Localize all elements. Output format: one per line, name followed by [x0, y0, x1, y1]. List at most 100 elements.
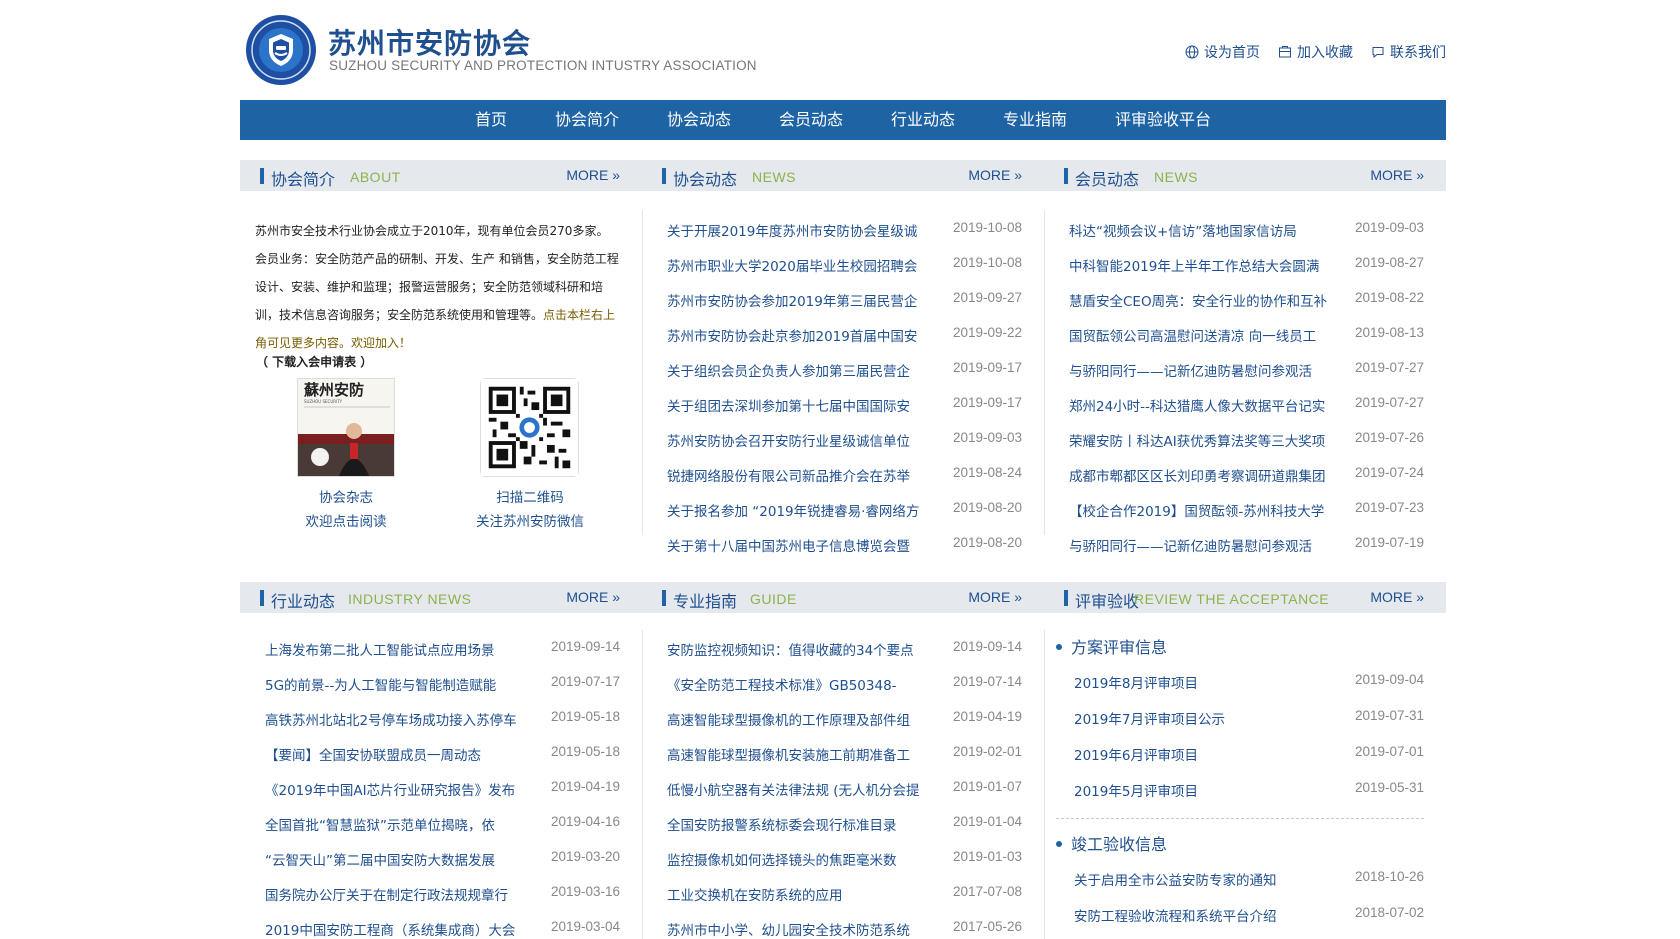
- news-title[interactable]: 锐捷网络股份有限公司新品推介会在苏举: [667, 465, 910, 485]
- news-item[interactable]: 苏州市安防协会赴京参加2019首届中国安 2019-09-22: [667, 325, 1022, 360]
- guide-item[interactable]: 高速智能球型摄像机的工作原理及部件组 2019-04-19: [667, 709, 1022, 744]
- news-item[interactable]: 成都市郫都区区长刘印勇考察调研道鼎集团 2019-07-24: [1069, 465, 1424, 500]
- guide-item[interactable]: 苏州市中小学、幼儿园安全技术防范系统 2017-05-26: [667, 919, 1022, 939]
- member-news-more-link[interactable]: MORE »: [1370, 167, 1424, 183]
- news-item[interactable]: 国务院办公厅关于在制定行政法规规章行 2019-03-16: [265, 884, 620, 919]
- news-item[interactable]: 荣耀安防丨科达AI获优秀算法奖等三大奖项 2019-07-26: [1069, 430, 1424, 465]
- guide-title-link[interactable]: 高速智能球型摄像机的工作原理及部件组: [667, 709, 910, 729]
- guide-title-link[interactable]: 《安全防范工程技术标准》GB50348-: [667, 674, 897, 694]
- news-item[interactable]: 【校企合作2019】国贸酝领-苏州科技大学 2019-07-23: [1069, 500, 1424, 535]
- news-item[interactable]: 苏州市职业大学2020届毕业生校园招聘会 2019-10-08: [667, 255, 1022, 290]
- guide-item[interactable]: 《安全防范工程技术标准》GB50348- 2019-07-14: [667, 674, 1022, 709]
- news-title[interactable]: 苏州市安防协会赴京参加2019首届中国安: [667, 325, 917, 345]
- acceptance-item-title[interactable]: 关于启用全市公益安防专家的通知: [1074, 869, 1277, 889]
- news-item[interactable]: 与骄阳同行——记新亿迪防暑慰问参观活 2019-07-27: [1069, 360, 1424, 395]
- news-title[interactable]: 与骄阳同行——记新亿迪防暑慰问参观活: [1069, 360, 1312, 380]
- news-title[interactable]: 关于组团去深圳参加第十七届中国国际安: [667, 395, 910, 415]
- news-item[interactable]: 中科智能2019年上半年工作总结大会圆满 2019-08-27: [1069, 255, 1424, 290]
- add-favorite-link[interactable]: 加入收藏: [1278, 42, 1353, 62]
- news-title[interactable]: 关于组织会员企负责人参加第三届民营企: [667, 360, 910, 380]
- guide-item[interactable]: 高速智能球型摄像机安装施工前期准备工 2019-02-01: [667, 744, 1022, 779]
- news-item[interactable]: 郑州24小时--科达猎鹰人像大数据平台记实 2019-07-27: [1069, 395, 1424, 430]
- news-title[interactable]: 苏州市安防协会参加2019年第三届民营企: [667, 290, 917, 310]
- news-item[interactable]: 5G的前景--为人工智能与智能制造赋能 2019-07-17: [265, 674, 620, 709]
- guide-more-link[interactable]: MORE »: [968, 589, 1022, 605]
- guide-item[interactable]: 监控摄像机如何选择镜头的焦距毫米数 2019-01-03: [667, 849, 1022, 884]
- news-item[interactable]: 全国首批“智慧监狱”示范单位揭晓，依 2019-04-16: [265, 814, 620, 849]
- acceptance-item[interactable]: 关于启用全市公益安防专家的通知 2018-10-26: [1074, 869, 1424, 904]
- news-title[interactable]: “云智天山”第二届中国安防大数据发展: [265, 849, 495, 869]
- news-item[interactable]: 苏州安防协会召开安防行业星级诚信单位 2019-09-03: [667, 430, 1022, 465]
- acceptance-heading[interactable]: 竣工验收信息: [1056, 831, 1167, 855]
- news-title[interactable]: 中科智能2019年上半年工作总结大会圆满: [1069, 255, 1319, 275]
- review-item[interactable]: 2019年8月评审项目 2019-09-04: [1074, 672, 1424, 707]
- news-title[interactable]: 高铁苏州北站北2号停车场成功接入苏停车: [265, 709, 517, 729]
- news-item[interactable]: 关于组织会员企负责人参加第三届民营企 2019-09-17: [667, 360, 1022, 395]
- news-item[interactable]: 慧盾安全CEO周亮：安全行业的协作和互补 2019-08-22: [1069, 290, 1424, 325]
- news-item[interactable]: 关于组团去深圳参加第十七届中国国际安 2019-09-17: [667, 395, 1022, 430]
- about-more-link[interactable]: MORE »: [566, 167, 620, 183]
- news-title[interactable]: 全国首批“智慧监狱”示范单位揭晓，依: [265, 814, 495, 834]
- news-title[interactable]: 上海发布第二批人工智能试点应用场景: [265, 639, 495, 659]
- assoc-news-more-link[interactable]: MORE »: [968, 167, 1022, 183]
- news-item[interactable]: 关于报名参加 “2019年锐捷睿易·睿网络方 2019-08-20: [667, 500, 1022, 535]
- news-title[interactable]: 【要闻】全国安协联盟成员一周动态: [265, 744, 481, 764]
- nav-industry-news[interactable]: 行业动态: [867, 100, 979, 140]
- guide-title-link[interactable]: 高速智能球型摄像机安装施工前期准备工: [667, 744, 910, 764]
- guide-title-link[interactable]: 低慢小航空器有关法律法规 (无人机分会提: [667, 779, 920, 799]
- guide-title-link[interactable]: 安防监控视频知识：值得收藏的34个要点: [667, 639, 914, 659]
- news-item[interactable]: 2019中国安防工程商（系统集成商）大会 2019-03-04: [265, 919, 620, 939]
- nav-assoc-news[interactable]: 协会动态: [643, 100, 755, 140]
- news-title[interactable]: 国贸酝领公司高温慰问送清凉 向一线员工: [1069, 325, 1316, 345]
- news-title[interactable]: 【校企合作2019】国贸酝领-苏州科技大学: [1069, 500, 1324, 520]
- news-title[interactable]: 苏州安防协会召开安防行业星级诚信单位: [667, 430, 910, 450]
- review-item[interactable]: 2019年5月评审项目 2019-05-31: [1074, 780, 1424, 815]
- download-application-link[interactable]: （ 下载入会申请表 ）: [256, 353, 372, 370]
- review-item-title[interactable]: 2019年7月评审项目公示: [1074, 708, 1225, 728]
- news-title[interactable]: 科达“视频会议+信访”落地国家信访局: [1069, 220, 1297, 240]
- news-title[interactable]: 2019中国安防工程商（系统集成商）大会: [265, 919, 515, 939]
- news-title[interactable]: 荣耀安防丨科达AI获优秀算法奖等三大奖项: [1069, 430, 1325, 450]
- guide-item[interactable]: 安防监控视频知识：值得收藏的34个要点 2019-09-14: [667, 639, 1022, 674]
- news-item[interactable]: 《2019年中国AI芯片行业研究报告》发布 2019-04-19: [265, 779, 620, 814]
- news-title[interactable]: 《2019年中国AI芯片行业研究报告》发布: [265, 779, 515, 799]
- news-title[interactable]: 国务院办公厅关于在制定行政法规规章行: [265, 884, 508, 904]
- news-item[interactable]: 科达“视频会议+信访”落地国家信访局 2019-09-03: [1069, 220, 1424, 255]
- news-title[interactable]: 慧盾安全CEO周亮：安全行业的协作和互补: [1069, 290, 1327, 310]
- news-item[interactable]: 锐捷网络股份有限公司新品推介会在苏举 2019-08-24: [667, 465, 1022, 500]
- news-title[interactable]: 关于开展2019年度苏州市安防协会星级诚: [667, 220, 917, 240]
- plan-review-heading[interactable]: 方案评审信息: [1056, 634, 1167, 658]
- news-item[interactable]: 关于开展2019年度苏州市安防协会星级诚 2019-10-08: [667, 220, 1022, 255]
- acceptance-item-title[interactable]: 安防工程验收流程和系统平台介绍: [1074, 905, 1277, 925]
- news-item[interactable]: 高铁苏州北站北2号停车场成功接入苏停车 2019-05-18: [265, 709, 620, 744]
- acceptance-item[interactable]: 安防工程验收流程和系统平台介绍 2018-07-02: [1074, 905, 1424, 939]
- guide-item[interactable]: 低慢小航空器有关法律法规 (无人机分会提 2019-01-07: [667, 779, 1022, 814]
- magazine-caption[interactable]: 协会杂志 欢迎点击阅读: [270, 486, 422, 534]
- contact-us-link[interactable]: 联系我们: [1371, 42, 1446, 62]
- guide-title-link[interactable]: 监控摄像机如何选择镜头的焦距毫米数: [667, 849, 897, 869]
- news-item[interactable]: 苏州市安防协会参加2019年第三届民营企 2019-09-27: [667, 290, 1022, 325]
- wechat-qr-code[interactable]: [480, 378, 579, 477]
- nav-guide[interactable]: 专业指南: [979, 100, 1091, 140]
- review-item-title[interactable]: 2019年6月评审项目: [1074, 744, 1198, 764]
- review-item-title[interactable]: 2019年8月评审项目: [1074, 672, 1198, 692]
- news-title[interactable]: 5G的前景--为人工智能与智能制造赋能: [265, 674, 496, 694]
- news-title[interactable]: 苏州市职业大学2020届毕业生校园招聘会: [667, 255, 917, 275]
- association-logo-icon[interactable]: [245, 14, 317, 86]
- review-more-link[interactable]: MORE »: [1370, 589, 1424, 605]
- news-item[interactable]: “云智天山”第二届中国安防大数据发展 2019-03-20: [265, 849, 620, 884]
- qr-caption[interactable]: 扫描二维码 关注苏州安防微信: [440, 486, 620, 534]
- nav-home[interactable]: 首页: [451, 100, 531, 140]
- magazine-cover[interactable]: 蘇州安防 SUZHOU SECURITY: [297, 378, 395, 477]
- guide-title-link[interactable]: 工业交换机在安防系统的应用: [667, 884, 843, 904]
- review-item-title[interactable]: 2019年5月评审项目: [1074, 780, 1198, 800]
- guide-item[interactable]: 工业交换机在安防系统的应用 2017-07-08: [667, 884, 1022, 919]
- nav-about[interactable]: 协会简介: [531, 100, 643, 140]
- news-title[interactable]: 关于报名参加 “2019年锐捷睿易·睿网络方: [667, 500, 919, 520]
- nav-review-platform[interactable]: 评审验收平台: [1091, 100, 1235, 140]
- news-item[interactable]: 国贸酝领公司高温慰问送清凉 向一线员工 2019-08-13: [1069, 325, 1424, 360]
- news-item[interactable]: 与骄阳同行——记新亿迪防暑慰问参观活 2019-07-19: [1069, 535, 1424, 570]
- guide-title-link[interactable]: 全国安防报警系统标委会现行标准目录: [667, 814, 897, 834]
- review-item[interactable]: 2019年7月评审项目公示 2019-07-31: [1074, 708, 1424, 743]
- nav-member-news[interactable]: 会员动态: [755, 100, 867, 140]
